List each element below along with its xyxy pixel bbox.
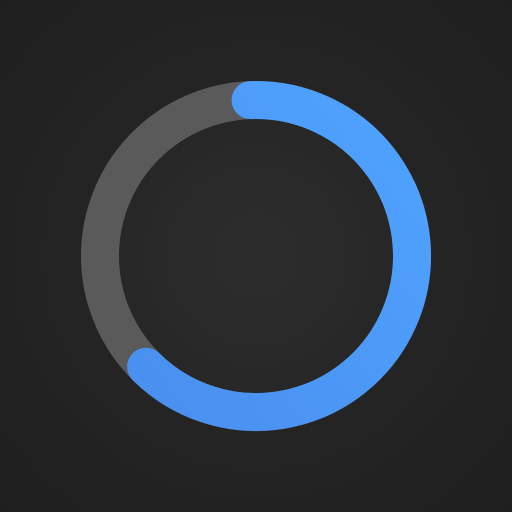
loading-spinner [81, 81, 431, 431]
loading-screen [0, 0, 512, 512]
